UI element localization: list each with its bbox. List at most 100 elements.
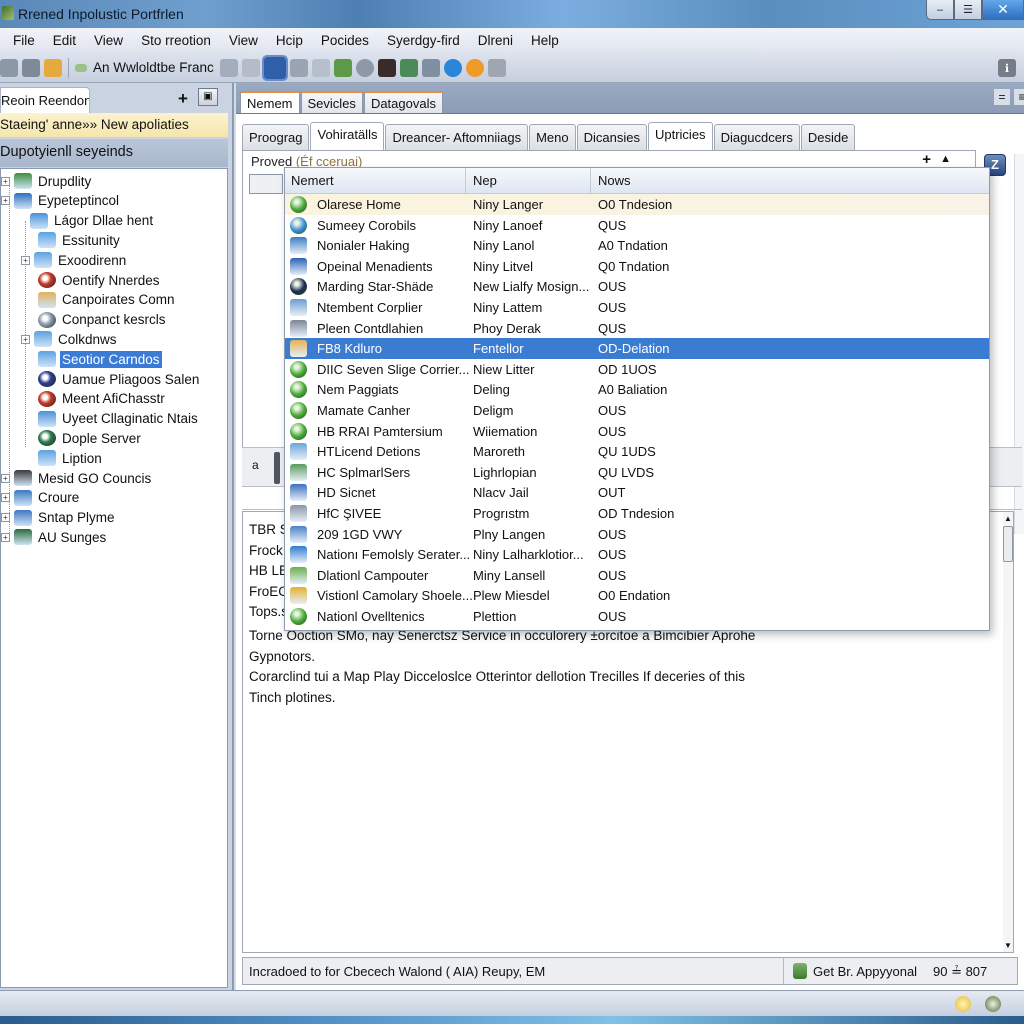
tree-item[interactable]: + Croure — [1, 488, 81, 508]
tree-item[interactable]: + AU Sunges — [1, 527, 108, 547]
firefox-icon[interactable] — [465, 58, 484, 77]
list-item[interactable]: Pleen Contdlahien Phoy Derak QUS — [285, 318, 989, 339]
blank-icon[interactable] — [487, 58, 506, 77]
minimize-button[interactable]: – — [926, 0, 954, 20]
list-item[interactable]: Nem Paggiats Deling A0 Baliation — [285, 379, 989, 400]
add-icon[interactable]: + — [178, 89, 188, 109]
list-item[interactable]: Ntembent Corplier Niny Lattem OUS — [285, 297, 989, 318]
card-icon[interactable] — [241, 58, 260, 77]
list-item[interactable]: Vistionl Camolary Shoele... Plew Miesdel O… — [285, 585, 989, 606]
approval-status[interactable]: Get Br. Appyyonal — [813, 964, 917, 979]
vertical-scrollbar[interactable]: ▲ ▼ — [1003, 512, 1013, 952]
list-item[interactable]: Marding Star-Shäde New Lialfy Mosign... OU… — [285, 276, 989, 297]
menu-file[interactable]: File — [4, 33, 44, 48]
menu-syerdgy-fird[interactable]: Syerdgy-fird — [378, 33, 469, 48]
left-pane-tab[interactable]: Reoin Reendon — [0, 87, 90, 113]
menu-help[interactable]: Help — [522, 33, 568, 48]
settings-icon[interactable] — [0, 58, 18, 77]
sub-tab[interactable]: Deside — [800, 124, 856, 150]
expand-toggle-icon[interactable]: + — [1, 493, 10, 503]
checkbox-icon[interactable] — [421, 58, 440, 77]
list-item[interactable]: 209 1GD VWY Plny Langen OUS — [285, 524, 989, 545]
folder-icon[interactable] — [44, 58, 62, 77]
document-icon[interactable] — [289, 58, 308, 77]
collapse-icon[interactable]: ▲ — [940, 153, 951, 165]
detail-view-icon[interactable]: ≡ — [1014, 89, 1024, 105]
clock-icon[interactable] — [985, 996, 1001, 1012]
tree-item[interactable]: Canpoirates Comn — [21, 290, 177, 310]
sub-tab[interactable]: Uptricies — [647, 122, 713, 150]
document-tab[interactable]: Datagovals — [363, 91, 443, 114]
column-header-name[interactable]: Nemert — [291, 173, 334, 188]
tree-item[interactable]: + Mesid GO Councis — [1, 468, 153, 488]
sub-tab[interactable]: Meno — [529, 124, 576, 150]
scroll-thumb[interactable] — [1003, 526, 1013, 562]
tree-item[interactable]: Liption — [21, 448, 104, 468]
tools-icon[interactable] — [333, 58, 352, 77]
list-item[interactable]: Mamate Canher Deligm OUS — [285, 400, 989, 421]
document-tab[interactable]: Sevicles — [300, 91, 363, 114]
browser-icon[interactable] — [443, 58, 462, 77]
tree-item[interactable]: + Colkdnws — [21, 329, 119, 349]
list-item[interactable]: Dlationl Campouter Miny Lansell OUS — [285, 565, 989, 586]
tree-item[interactable]: + Eypeteptincol — [1, 191, 121, 211]
tree-item[interactable]: + Drupdlity — [1, 171, 93, 191]
tree-item[interactable]: + Sntap Plyme — [1, 508, 117, 528]
list-item[interactable]: Nationı Femolsly Serater... Niny Lalharkl… — [285, 544, 989, 565]
column-header-nep[interactable]: Nep — [473, 173, 497, 188]
small-toolbar-button[interactable] — [249, 174, 283, 194]
tree-item[interactable]: Essitunity — [21, 230, 122, 250]
scroll-down-icon[interactable]: ▼ — [1004, 941, 1012, 950]
list-item[interactable]: Nationl Ovelltenics Plettion OUS — [285, 606, 989, 627]
list-icon[interactable] — [219, 58, 238, 77]
expand-toggle-icon[interactable]: + — [1, 513, 10, 523]
user-icon[interactable] — [22, 58, 40, 77]
expand-toggle-icon[interactable]: + — [1, 473, 10, 483]
tree-item[interactable]: Lágor Dllae hent — [17, 211, 155, 231]
expand-toggle-icon[interactable]: + — [21, 334, 30, 344]
menu-sto-rreotion[interactable]: Sto rreotion — [132, 33, 220, 48]
network-icon[interactable] — [399, 58, 418, 77]
scroll-up-icon[interactable]: ▲ — [1004, 514, 1012, 523]
sub-tab[interactable]: Dreancer- Aftomniiags — [385, 124, 529, 150]
tree-item[interactable]: Conpanct kesrcls — [21, 310, 168, 330]
gauge-icon[interactable] — [355, 58, 374, 77]
splitter-handle[interactable] — [274, 452, 280, 484]
menu-pocides[interactable]: Pocides — [312, 33, 378, 48]
expand-toggle-icon[interactable]: + — [1, 196, 10, 206]
menu-dlreni[interactable]: Dlreni — [469, 33, 522, 48]
expand-toggle-icon[interactable]: + — [1, 176, 10, 186]
sub-tab[interactable]: Diagucdcers — [713, 124, 800, 150]
column-divider[interactable] — [590, 168, 591, 194]
image-icon[interactable] — [377, 58, 396, 77]
list-item[interactable]: HC SplmarlSers Lighrlopian QU LVDS — [285, 462, 989, 483]
menu-hcip[interactable]: Hcip — [267, 33, 312, 48]
tree-item[interactable]: Uamue Pliagoos Salen — [21, 369, 201, 389]
dock-icon[interactable]: ▣ — [198, 88, 218, 106]
tree-item[interactable]: Oentify Nnerdes — [21, 270, 162, 290]
tree-item[interactable]: Dople Server — [21, 428, 143, 448]
column-divider[interactable] — [465, 168, 466, 194]
tree-item[interactable]: Seotior Carndos — [21, 349, 162, 369]
menu-view[interactable]: View — [85, 33, 132, 48]
sub-tab[interactable]: Vohiratälls — [310, 122, 385, 150]
weather-icon[interactable] — [955, 996, 971, 1012]
menu-view[interactable]: View — [220, 33, 267, 48]
tree-item[interactable]: Uyeet Cllaginatic Ntais — [21, 409, 200, 429]
notification-banner[interactable]: Staeing' anne»» New apoliaties — [0, 113, 228, 137]
list-item[interactable]: Opeinal Menadients Niny Litvel Q0 Tndation — [285, 256, 989, 277]
wrench-icon[interactable] — [311, 58, 330, 77]
list-item[interactable]: HfC ŞIVEE Progrıstm OD Tndesion — [285, 503, 989, 524]
column-header-nows[interactable]: Nows — [598, 173, 631, 188]
expand-toggle-icon[interactable]: + — [1, 532, 10, 542]
maximize-button[interactable]: ☰ — [954, 0, 982, 20]
list-item[interactable]: DIIC Seven Slige Corrier... Niew Litter OD… — [285, 359, 989, 380]
document-tab[interactable]: Nemem — [240, 91, 300, 114]
list-item[interactable]: Nonialer Haking Niny Lanol A0 Tndation — [285, 235, 989, 256]
list-item[interactable]: FB8 Kdluro Fentellor OD-Delation — [285, 338, 989, 359]
list-item[interactable]: Sumeey Corobils Niny Lanoef QUS — [285, 215, 989, 236]
menu-edit[interactable]: Edit — [44, 33, 85, 48]
sub-tab[interactable]: Proograg — [242, 124, 310, 150]
list-item[interactable]: HTLicend Detions Maroreth QU 1UDS — [285, 441, 989, 462]
tree-item[interactable]: + Exoodirenn — [21, 250, 128, 270]
